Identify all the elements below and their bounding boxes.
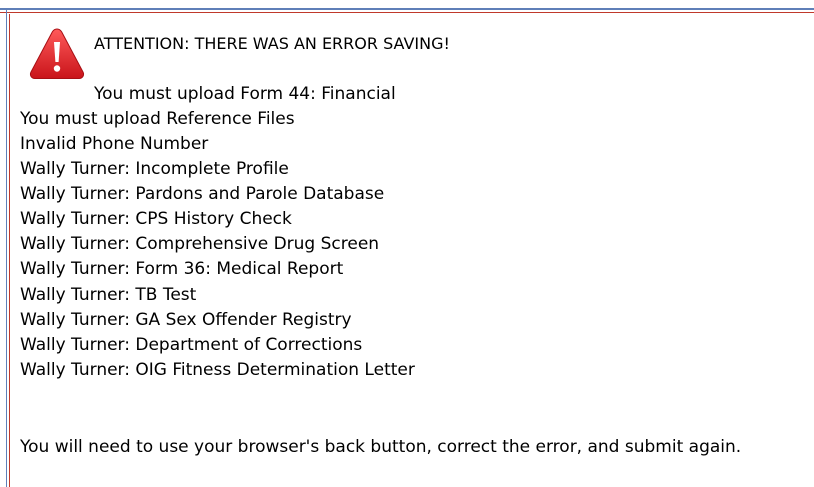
error-item: Wally Turner: GA Sex Offender Registry — [20, 310, 352, 330]
error-item: Invalid Phone Number — [20, 134, 209, 154]
error-item: Wally Turner: OIG Fitness Determination … — [20, 360, 415, 380]
left-border-blue — [6, 8, 7, 487]
error-item: Wally Turner: Department of Corrections — [20, 335, 363, 355]
error-item: Wally Turner: Form 36: Medical Report — [20, 259, 344, 279]
error-item: Wally Turner: Comprehensive Drug Screen — [20, 234, 380, 254]
top-border-red — [0, 12, 814, 13]
back-button-instruction: You will need to use your browser's back… — [20, 437, 742, 457]
error-item: Wally Turner: Pardons and Parole Databas… — [20, 184, 385, 204]
error-item: Wally Turner: Incomplete Profile — [20, 159, 289, 179]
warning-icon — [29, 28, 85, 79]
error-item: Wally Turner: CPS History Check — [20, 209, 292, 229]
error-item: You must upload Reference Files — [20, 109, 295, 129]
error-heading: ATTENTION: THERE WAS AN ERROR SAVING! — [94, 34, 450, 53]
top-border-blue — [0, 8, 814, 10]
error-item: Wally Turner: TB Test — [20, 285, 197, 305]
error-item: You must upload Form 44: Financial — [94, 84, 396, 104]
